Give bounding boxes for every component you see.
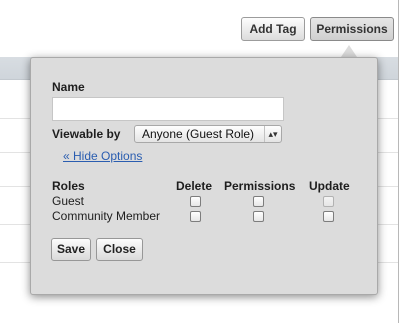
roles-header: Roles [52, 179, 85, 193]
guest-delete-checkbox[interactable] [190, 196, 201, 207]
permissions-header: Permissions [224, 179, 296, 193]
role-label-guest: Guest [52, 194, 85, 208]
add-tag-button[interactable]: Add Tag [241, 17, 305, 41]
guest-update-checkbox [323, 196, 334, 207]
close-button[interactable]: Close [96, 238, 143, 261]
guest-permissions-checkbox[interactable] [253, 196, 264, 207]
community-member-permissions-checkbox[interactable] [253, 211, 264, 222]
viewable-by-value: Anyone (Guest Role) [142, 127, 255, 141]
name-label: Name [52, 80, 85, 94]
hide-options-link[interactable]: « Hide Options [63, 149, 142, 163]
permissions-button[interactable]: Permissions [310, 17, 394, 41]
community-member-update-checkbox[interactable] [323, 211, 334, 222]
select-arrows-icon: ▴▾ [264, 126, 281, 142]
update-header: Update [309, 179, 350, 193]
delete-header: Delete [176, 179, 213, 193]
community-member-delete-checkbox[interactable] [190, 211, 201, 222]
name-input[interactable] [52, 97, 284, 121]
permissions-popover: Name Viewable by Anyone (Guest Role) ▴▾ … [30, 57, 378, 295]
save-button[interactable]: Save [51, 238, 91, 261]
popover-arrow [341, 45, 357, 57]
viewable-by-label: Viewable by [52, 127, 121, 141]
viewable-by-select[interactable]: Anyone (Guest Role) ▴▾ [134, 125, 282, 143]
role-label-community-member: Community Member [52, 209, 161, 223]
